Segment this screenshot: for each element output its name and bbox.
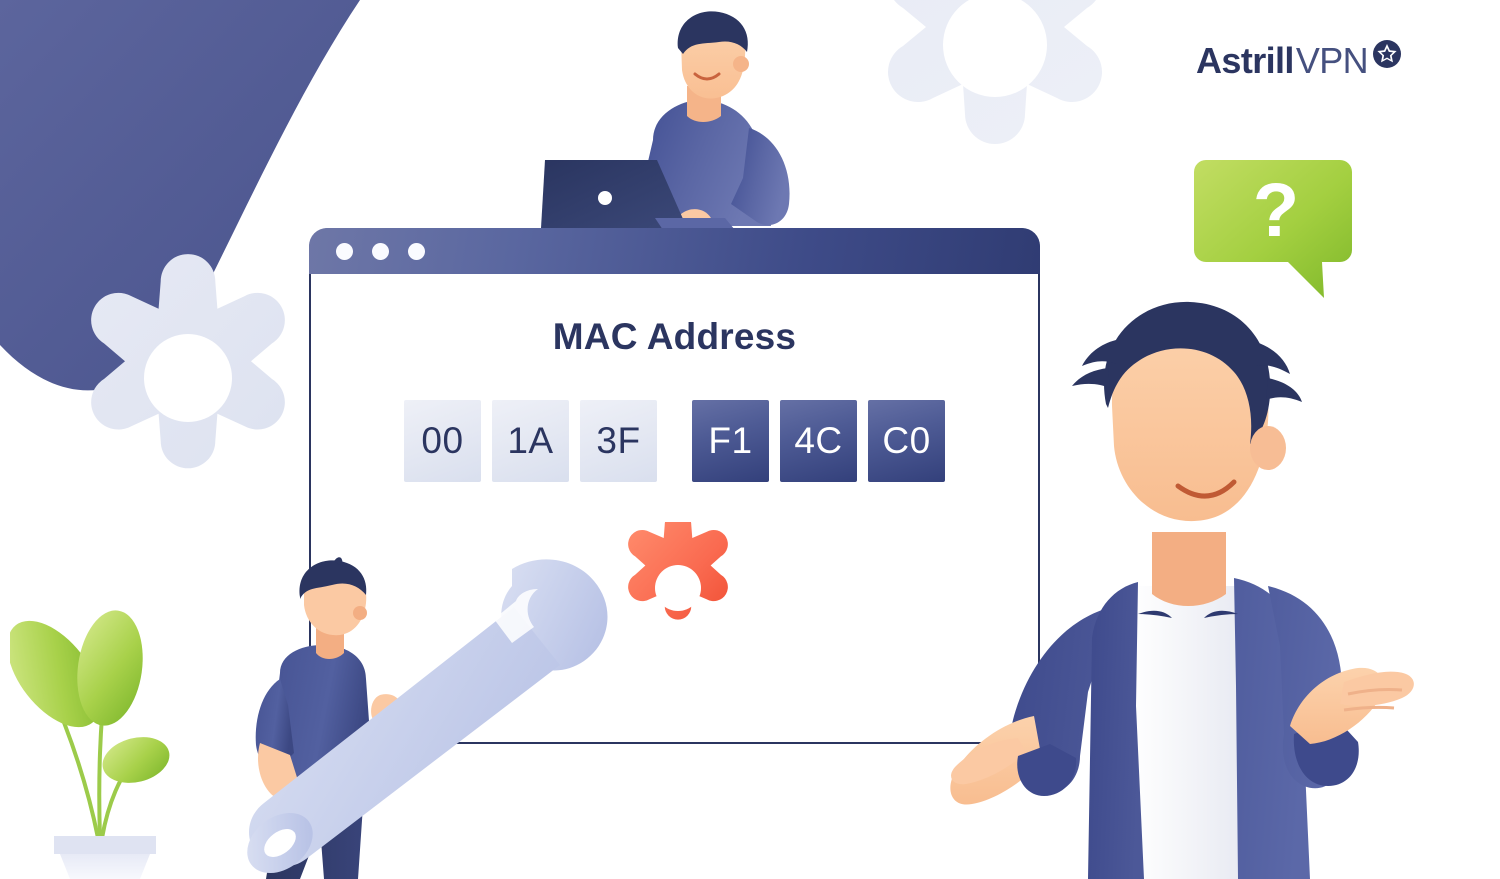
window-titlebar (309, 228, 1040, 274)
mac-octet-2[interactable]: 1A (492, 400, 569, 482)
mac-address-field: 00 1A 3F F1 4C C0 (311, 400, 1038, 482)
brand-logo[interactable]: Astrill VPN (1196, 40, 1402, 82)
minimize-dot[interactable] (372, 242, 389, 260)
mac-octet-6[interactable]: C0 (868, 400, 945, 482)
person-at-laptop (535, 11, 813, 238)
svg-text:?: ? (1253, 168, 1299, 253)
illustration-canvas: ? MAC Address 00 1A 3F F1 4C C0 Astrill … (0, 0, 1500, 879)
shrug-person-shirt (1132, 586, 1242, 879)
brand-name-light: VPN (1295, 40, 1369, 81)
brand-name-bold: Astrill (1196, 40, 1294, 81)
close-dot[interactable] (336, 242, 353, 260)
mac-octet-4[interactable]: F1 (692, 400, 769, 482)
plant-pot (54, 836, 156, 854)
potted-plant-icon (10, 610, 170, 879)
page-title: MAC Address (552, 316, 797, 357)
shrugging-person (950, 301, 1414, 879)
person-with-wrench (247, 557, 608, 879)
maximize-dot[interactable] (408, 242, 425, 260)
shrug-person-jacket-left (1088, 582, 1144, 879)
gear-icon-top-center (887, 0, 1103, 144)
mac-octet-3[interactable]: 3F (580, 400, 657, 482)
question-mark-speech-bubble-icon: ? (1194, 160, 1352, 298)
mac-octet-5[interactable]: 4C (780, 400, 857, 482)
mac-octet-1[interactable]: 00 (404, 400, 481, 482)
star-in-circle-icon (1373, 40, 1402, 68)
